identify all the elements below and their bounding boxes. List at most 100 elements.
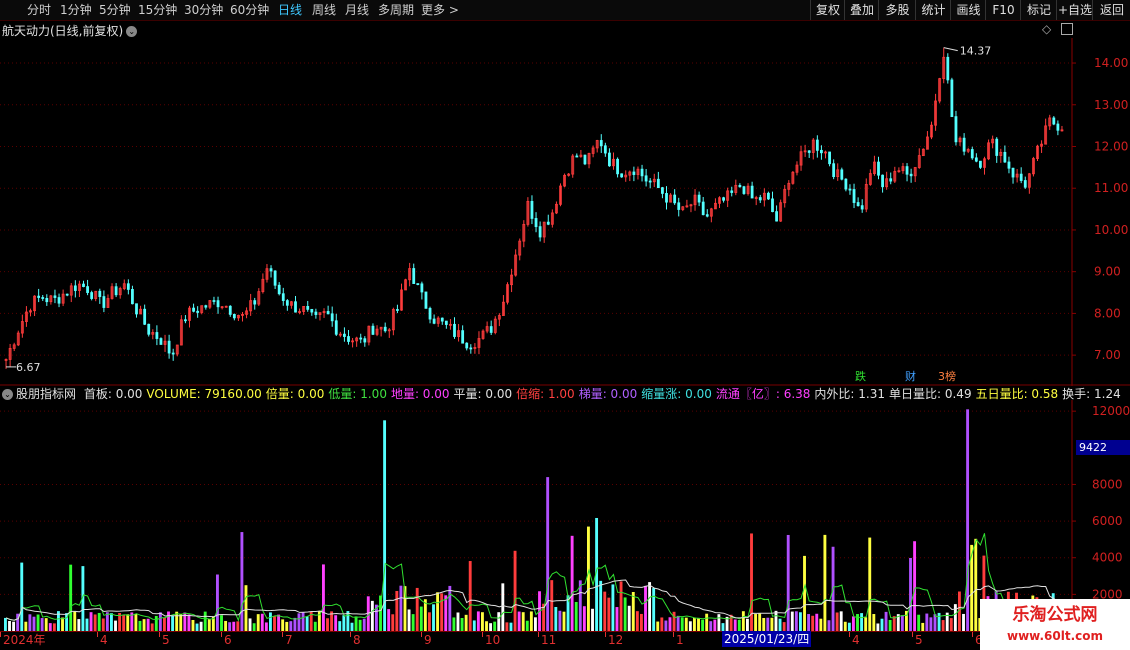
- period-tab-4[interactable]: 30分钟: [184, 2, 223, 18]
- volume-bar: [77, 619, 81, 631]
- candle-body: [196, 310, 200, 313]
- period-tab-6[interactable]: 日线: [278, 2, 302, 18]
- diamond-icon[interactable]: ◇: [1042, 22, 1051, 36]
- toolbar-button-8[interactable]: 返回: [1092, 0, 1130, 20]
- candle-body: [1052, 117, 1056, 125]
- price-tick-label: 12.00: [1094, 139, 1128, 153]
- candle-body: [758, 197, 762, 201]
- price-chart[interactable]: 14.00 13.00 12.00 11.00 10.00 9.00 8.00 7.00 14.…: [0, 38, 1130, 386]
- candle-body: [575, 155, 579, 158]
- volume-tick-label: 4000: [1092, 551, 1123, 565]
- volume-bar: [428, 612, 431, 631]
- date-tick: [97, 632, 98, 637]
- chevron-down-icon[interactable]: ⌄: [126, 26, 138, 37]
- candle-body: [730, 190, 734, 193]
- toolbar-button-0[interactable]: 复权: [810, 0, 845, 20]
- volume-bar: [921, 622, 925, 631]
- period-tab-2[interactable]: 5分钟: [99, 2, 131, 18]
- date-label-13: 5: [915, 633, 923, 647]
- volume-bar: [615, 607, 619, 631]
- candle-body: [738, 184, 742, 188]
- volume-bar: [823, 534, 827, 631]
- volume-chart[interactable]: 120008000600040002000: [0, 400, 1130, 631]
- volume-bar: [273, 616, 276, 631]
- candle-body: [970, 149, 974, 159]
- volume-bar: [101, 618, 105, 631]
- window-toggle-icon[interactable]: [1061, 23, 1073, 35]
- event-marker-1[interactable]: 财: [905, 370, 916, 384]
- candle-body: [1007, 161, 1011, 169]
- volume-bar: [448, 585, 452, 631]
- volume-bar: [644, 585, 647, 631]
- volume-bar: [525, 620, 529, 631]
- volume-bar: [126, 614, 130, 631]
- volume-bar: [61, 617, 64, 631]
- volume-bar: [758, 613, 762, 631]
- period-tab-8[interactable]: 月线: [345, 2, 369, 18]
- toolbar-button-3[interactable]: 统计: [915, 0, 951, 20]
- indicator-name[interactable]: 股朋指标网: [16, 387, 76, 401]
- volume-bar: [224, 620, 228, 631]
- volume-bar: [411, 614, 415, 631]
- toolbar-button-6[interactable]: 标记: [1020, 0, 1057, 20]
- volume-bar: [680, 617, 684, 631]
- volume-bar: [179, 614, 183, 631]
- toolbar-button-5[interactable]: F10: [985, 0, 1021, 20]
- event-marker-0[interactable]: 跌: [855, 370, 866, 384]
- chart-title[interactable]: 航天动力(日线,前复权) ⌄: [2, 22, 138, 39]
- candle-body: [995, 138, 999, 156]
- candle-body: [281, 293, 285, 301]
- volume-bar: [195, 623, 199, 631]
- volume-bar: [868, 537, 872, 631]
- toolbar-button-4[interactable]: 画线: [950, 0, 986, 20]
- candle-body: [285, 300, 289, 306]
- toolbar-button-1[interactable]: 叠加: [844, 0, 879, 20]
- volume-bar: [880, 618, 884, 631]
- volume-bar: [350, 622, 354, 631]
- volume-bar: [52, 623, 56, 631]
- volume-bar: [228, 622, 232, 631]
- volume-bar: [464, 614, 468, 631]
- period-tab-0[interactable]: 分时: [27, 2, 51, 18]
- price-tick-label: 8.00: [1094, 306, 1121, 320]
- candle-body: [832, 163, 836, 178]
- indicator-field-2: 倍量: 0.00: [265, 387, 325, 401]
- toolbar-button-2[interactable]: 多股: [878, 0, 916, 20]
- candle-body: [661, 187, 664, 194]
- candle-body: [37, 295, 41, 298]
- stock-title-text: 航天动力(日线,前复权): [2, 24, 124, 38]
- candle-body: [192, 307, 195, 312]
- candle-body: [126, 283, 130, 290]
- volume-bar: [953, 604, 957, 631]
- candle-body: [489, 326, 493, 333]
- watermark-url: www.60lt.com: [1006, 629, 1104, 643]
- volume-bar: [256, 614, 260, 631]
- volume-bar: [807, 614, 811, 631]
- period-tab-5[interactable]: 60分钟: [230, 2, 269, 18]
- volume-bar: [856, 614, 859, 631]
- period-tab-3[interactable]: 15分钟: [138, 2, 177, 18]
- toolbar-button-7[interactable]: +自选: [1056, 0, 1093, 20]
- volume-bar: [664, 620, 668, 631]
- volume-bar: [358, 619, 362, 631]
- event-marker-2[interactable]: 3榜: [938, 370, 956, 384]
- volume-bar: [778, 618, 782, 631]
- volume-bar: [815, 613, 819, 631]
- period-tab-1[interactable]: 1分钟: [60, 2, 92, 18]
- candle-body: [171, 352, 175, 355]
- candle-body: [343, 333, 346, 337]
- candle-body: [530, 200, 534, 219]
- period-tab-7[interactable]: 周线: [312, 2, 336, 18]
- date-label-12: 4: [852, 633, 860, 647]
- period-tab-9[interactable]: 多周期: [378, 2, 414, 18]
- candle-body: [45, 298, 49, 303]
- volume-bar: [322, 564, 325, 631]
- date-tick: [972, 632, 973, 637]
- candle-body: [469, 347, 473, 350]
- volume-bar: [737, 619, 741, 631]
- chevron-down-icon[interactable]: ⌄: [2, 389, 13, 400]
- high-price-label: 14.37: [960, 45, 992, 58]
- period-tab-10[interactable]: 更多 >: [421, 2, 459, 18]
- volume-bar: [660, 617, 664, 631]
- period-toolbar: 分时 1分钟 5分钟 15分钟 30分钟 60分钟 日线 周线 月线 多周期 更多 > 复权 叠加 多股统…: [0, 0, 1130, 21]
